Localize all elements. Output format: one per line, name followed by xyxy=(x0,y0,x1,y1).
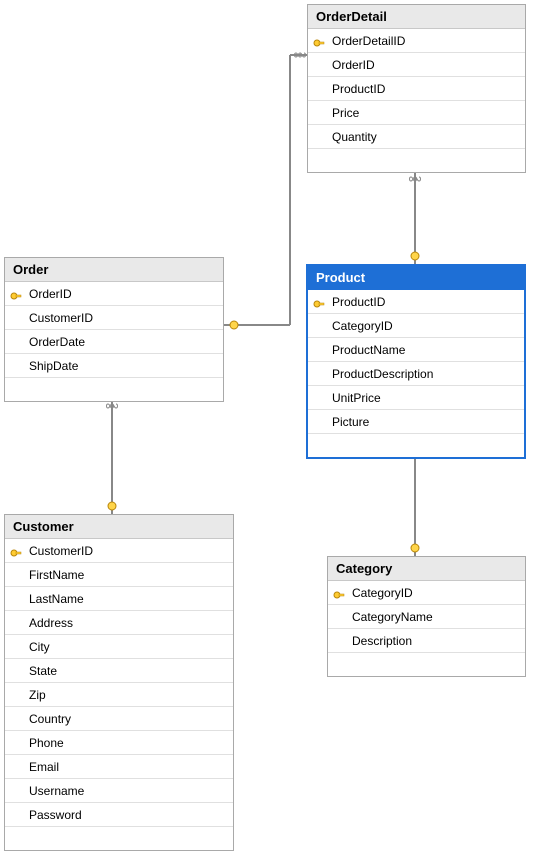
column-name: CategoryID xyxy=(350,586,525,600)
column-name: ProductID xyxy=(330,295,524,309)
rel-order-customer xyxy=(107,398,118,514)
table-row[interactable]: Email xyxy=(5,755,233,779)
table-row[interactable]: ProductName xyxy=(308,338,524,362)
column-name: LastName xyxy=(27,592,233,606)
pk-icon xyxy=(308,296,330,308)
column-name: ProductID xyxy=(330,82,525,96)
table-row[interactable]: Price xyxy=(308,101,525,125)
column-name: Price xyxy=(330,106,525,120)
table-row[interactable]: CategoryName xyxy=(328,605,525,629)
table-title: OrderDetail xyxy=(308,5,525,29)
table-row[interactable]: LastName xyxy=(5,587,233,611)
pk-icon xyxy=(5,288,27,300)
table-row[interactable]: State xyxy=(5,659,233,683)
column-name: Email xyxy=(27,760,233,774)
column-name: ProductDescription xyxy=(330,367,524,381)
table-title: Order xyxy=(5,258,223,282)
table-row[interactable]: OrderDetailID xyxy=(308,29,525,53)
column-name: CategoryID xyxy=(330,319,524,333)
column-name: Phone xyxy=(27,736,233,750)
table-row[interactable]: ProductID xyxy=(308,290,524,314)
column-name: State xyxy=(27,664,233,678)
table-row[interactable]: OrderID xyxy=(5,282,223,306)
column-name: Zip xyxy=(27,688,233,702)
column-name: OrderID xyxy=(27,287,223,301)
table-row[interactable]: Username xyxy=(5,779,233,803)
table-customer[interactable]: Customer CustomerID FirstName LastName A… xyxy=(4,514,234,851)
table-row[interactable]: ProductDescription xyxy=(308,362,524,386)
column-name: CategoryName xyxy=(350,610,525,624)
table-row[interactable]: Description xyxy=(328,629,525,653)
table-category[interactable]: Category CategoryID CategoryName Descrip… xyxy=(327,556,526,677)
table-row[interactable]: City xyxy=(5,635,233,659)
column-name: Description xyxy=(350,634,525,648)
table-order[interactable]: Order OrderID CustomerID OrderDate ShipD… xyxy=(4,257,224,402)
column-name: CustomerID xyxy=(27,544,233,558)
table-row[interactable]: CustomerID xyxy=(5,539,233,563)
table-title: Product xyxy=(308,266,524,290)
blank-row xyxy=(5,827,233,850)
column-name: OrderDetailID xyxy=(330,34,525,48)
table-title: Category xyxy=(328,557,525,581)
table-row[interactable]: Zip xyxy=(5,683,233,707)
column-name: ProductName xyxy=(330,343,524,357)
table-row[interactable]: CategoryID xyxy=(308,314,524,338)
blank-row xyxy=(308,149,525,172)
er-diagram-canvas[interactable]: OrderDetail OrderDetailID OrderID Produc… xyxy=(0,0,536,831)
column-name: Address xyxy=(27,616,233,630)
column-name: City xyxy=(27,640,233,654)
table-row[interactable]: Picture xyxy=(308,410,524,434)
rel-product-orderdetail xyxy=(410,171,421,264)
table-row[interactable]: Password xyxy=(5,803,233,827)
blank-row xyxy=(5,378,223,401)
table-row[interactable]: Phone xyxy=(5,731,233,755)
column-name: Password xyxy=(27,808,233,822)
column-name: ShipDate xyxy=(27,359,223,373)
table-title: Customer xyxy=(5,515,233,539)
column-name: Quantity xyxy=(330,130,525,144)
column-name: UnitPrice xyxy=(330,391,524,405)
column-name: OrderID xyxy=(330,58,525,72)
column-name: Picture xyxy=(330,415,524,429)
table-row[interactable]: Country xyxy=(5,707,233,731)
table-row[interactable]: Address xyxy=(5,611,233,635)
table-row[interactable]: OrderID xyxy=(308,53,525,77)
blank-row xyxy=(308,434,524,457)
table-orderdetail[interactable]: OrderDetail OrderDetailID OrderID Produc… xyxy=(307,4,526,173)
column-name: OrderDate xyxy=(27,335,223,349)
table-row[interactable]: CategoryID xyxy=(328,581,525,605)
table-row[interactable]: CustomerID xyxy=(5,306,223,330)
table-product[interactable]: Product ProductID CategoryID ProductName… xyxy=(306,264,526,459)
table-row[interactable]: OrderDate xyxy=(5,330,223,354)
table-row[interactable]: Quantity xyxy=(308,125,525,149)
rel-order-orderdetail xyxy=(224,53,307,329)
column-name: Country xyxy=(27,712,233,726)
column-name: FirstName xyxy=(27,568,233,582)
blank-row xyxy=(328,653,525,676)
table-row[interactable]: FirstName xyxy=(5,563,233,587)
pk-icon xyxy=(328,587,350,599)
table-row[interactable]: ShipDate xyxy=(5,354,223,378)
column-name: Username xyxy=(27,784,233,798)
column-name: CustomerID xyxy=(27,311,223,325)
table-row[interactable]: ProductID xyxy=(308,77,525,101)
table-row[interactable]: UnitPrice xyxy=(308,386,524,410)
pk-icon xyxy=(308,35,330,47)
pk-icon xyxy=(5,545,27,557)
